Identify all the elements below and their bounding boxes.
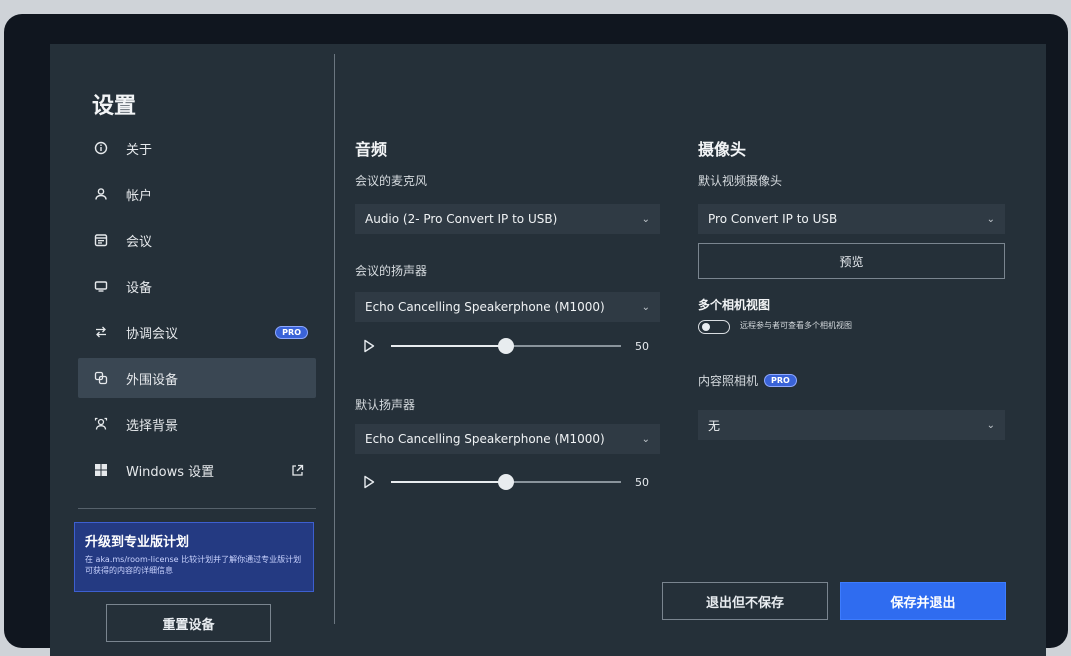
- promo-title: 升级到专业版计划: [85, 535, 190, 550]
- vertical-divider: [334, 54, 335, 624]
- sidebar-item-label: 选择背景: [126, 418, 179, 434]
- exit-without-saving-button[interactable]: 退出但不保存: [662, 582, 828, 620]
- slider-thumb[interactable]: [498, 474, 514, 490]
- select-value: Echo Cancelling Speakerphone (M1000): [365, 432, 605, 446]
- account-icon: [88, 187, 114, 201]
- swap-icon: [88, 325, 114, 339]
- info-icon: [88, 141, 114, 155]
- default-speaker-select[interactable]: Echo Cancelling Speakerphone (M1000) ⌄: [355, 424, 660, 454]
- sidebar-item-peripherals[interactable]: 外围设备: [78, 358, 316, 398]
- default-speaker-volume-row: 50: [363, 472, 649, 492]
- sidebar-item-label: 帐户: [126, 188, 153, 204]
- camera-section-title: 摄像头: [698, 140, 747, 159]
- page-title: 设置: [92, 94, 137, 119]
- meeting-microphone-select[interactable]: Audio (2- Pro Convert IP to USB) ⌄: [355, 204, 660, 234]
- select-value: Echo Cancelling Speakerphone (M1000): [365, 300, 605, 314]
- content-camera-select[interactable]: 无 ⌄: [698, 410, 1005, 440]
- sidebar-divider: [78, 508, 316, 509]
- audio-section-title: 音频: [355, 140, 388, 159]
- volume-value: 50: [635, 339, 649, 353]
- meeting-speaker-select[interactable]: Echo Cancelling Speakerphone (M1000) ⌄: [355, 292, 660, 322]
- device-bezel: 设置 关于 帐户 会议 设备 协调会议 PRO 外围设备 选择背景 Window…: [4, 14, 1068, 656]
- sidebar-item-meeting[interactable]: 会议: [78, 220, 316, 260]
- monitor-icon: [88, 279, 114, 293]
- sidebar-item-windows-settings[interactable]: Windows 设置: [78, 450, 316, 490]
- play-test-icon[interactable]: [363, 339, 375, 353]
- preview-button[interactable]: 预览: [698, 243, 1005, 279]
- calendar-icon: [88, 233, 114, 247]
- sidebar-item-coordinated-meetings[interactable]: 协调会议 PRO: [78, 312, 316, 352]
- multi-camera-toggle[interactable]: [698, 320, 730, 334]
- content-camera-label-row: 内容照相机 PRO: [698, 372, 797, 389]
- sidebar-item-label: 外围设备: [126, 372, 179, 388]
- select-value: Pro Convert IP to USB: [708, 212, 838, 226]
- meeting-speaker-volume-slider[interactable]: [391, 338, 621, 354]
- slider-fill: [391, 345, 506, 347]
- default-camera-label: 默认视频摄像头: [698, 174, 783, 188]
- sidebar-item-about[interactable]: 关于: [78, 128, 316, 168]
- upgrade-promo-card[interactable]: 升级到专业版计划 在 aka.ms/room-license 比较计划并了解你通…: [74, 522, 314, 592]
- default-speaker-volume-slider[interactable]: [391, 474, 621, 490]
- save-and-exit-button[interactable]: 保存并退出: [840, 582, 1006, 620]
- play-test-icon[interactable]: [363, 475, 375, 489]
- sidebar-item-label: 关于: [126, 142, 153, 158]
- sidebar-item-label: 会议: [126, 234, 153, 250]
- chevron-down-icon: ⌄: [641, 433, 650, 445]
- select-value: 无: [708, 418, 721, 433]
- windows-icon: [88, 463, 114, 477]
- meeting-speaker-label: 会议的扬声器: [355, 264, 428, 278]
- multi-camera-title: 多个相机视图: [698, 298, 771, 312]
- meeting-speaker-volume-row: 50: [363, 336, 649, 356]
- chevron-down-icon: ⌄: [641, 301, 650, 313]
- chevron-down-icon: ⌄: [986, 213, 995, 225]
- settings-screen: 设置 关于 帐户 会议 设备 协调会议 PRO 外围设备 选择背景 Window…: [50, 44, 1046, 656]
- select-value: Audio (2- Pro Convert IP to USB): [365, 212, 558, 226]
- sidebar-item-background[interactable]: 选择背景: [78, 404, 316, 444]
- sidebar-item-account[interactable]: 帐户: [78, 174, 316, 214]
- chevron-down-icon: ⌄: [641, 213, 650, 225]
- reset-device-button[interactable]: 重置设备: [106, 604, 271, 642]
- default-camera-select[interactable]: Pro Convert IP to USB ⌄: [698, 204, 1005, 234]
- sidebar-item-label: 设备: [126, 280, 153, 296]
- slider-fill: [391, 481, 506, 483]
- meeting-microphone-label: 会议的麦克风: [355, 174, 428, 188]
- toggle-knob: [702, 323, 710, 331]
- sidebar-item-devices[interactable]: 设备: [78, 266, 316, 306]
- slider-thumb[interactable]: [498, 338, 514, 354]
- volume-value: 50: [635, 475, 649, 489]
- content-camera-label: 内容照相机: [698, 374, 759, 388]
- promo-text: 在 aka.ms/room-license 比较计划并了解你通过专业版计划可获得…: [85, 555, 302, 575]
- peripheral-icon: [88, 371, 114, 385]
- pro-badge: PRO: [275, 325, 308, 339]
- sidebar-item-label: 协调会议: [126, 326, 179, 342]
- default-speaker-label: 默认扬声器: [355, 398, 416, 412]
- external-link-icon: [291, 464, 304, 477]
- pro-badge: PRO: [764, 374, 797, 387]
- multi-camera-toggle-text: 远程参与者可查看多个相机视图: [740, 321, 852, 330]
- background-icon: [88, 417, 114, 431]
- sidebar-item-label: Windows 设置: [126, 464, 215, 480]
- chevron-down-icon: ⌄: [986, 419, 995, 431]
